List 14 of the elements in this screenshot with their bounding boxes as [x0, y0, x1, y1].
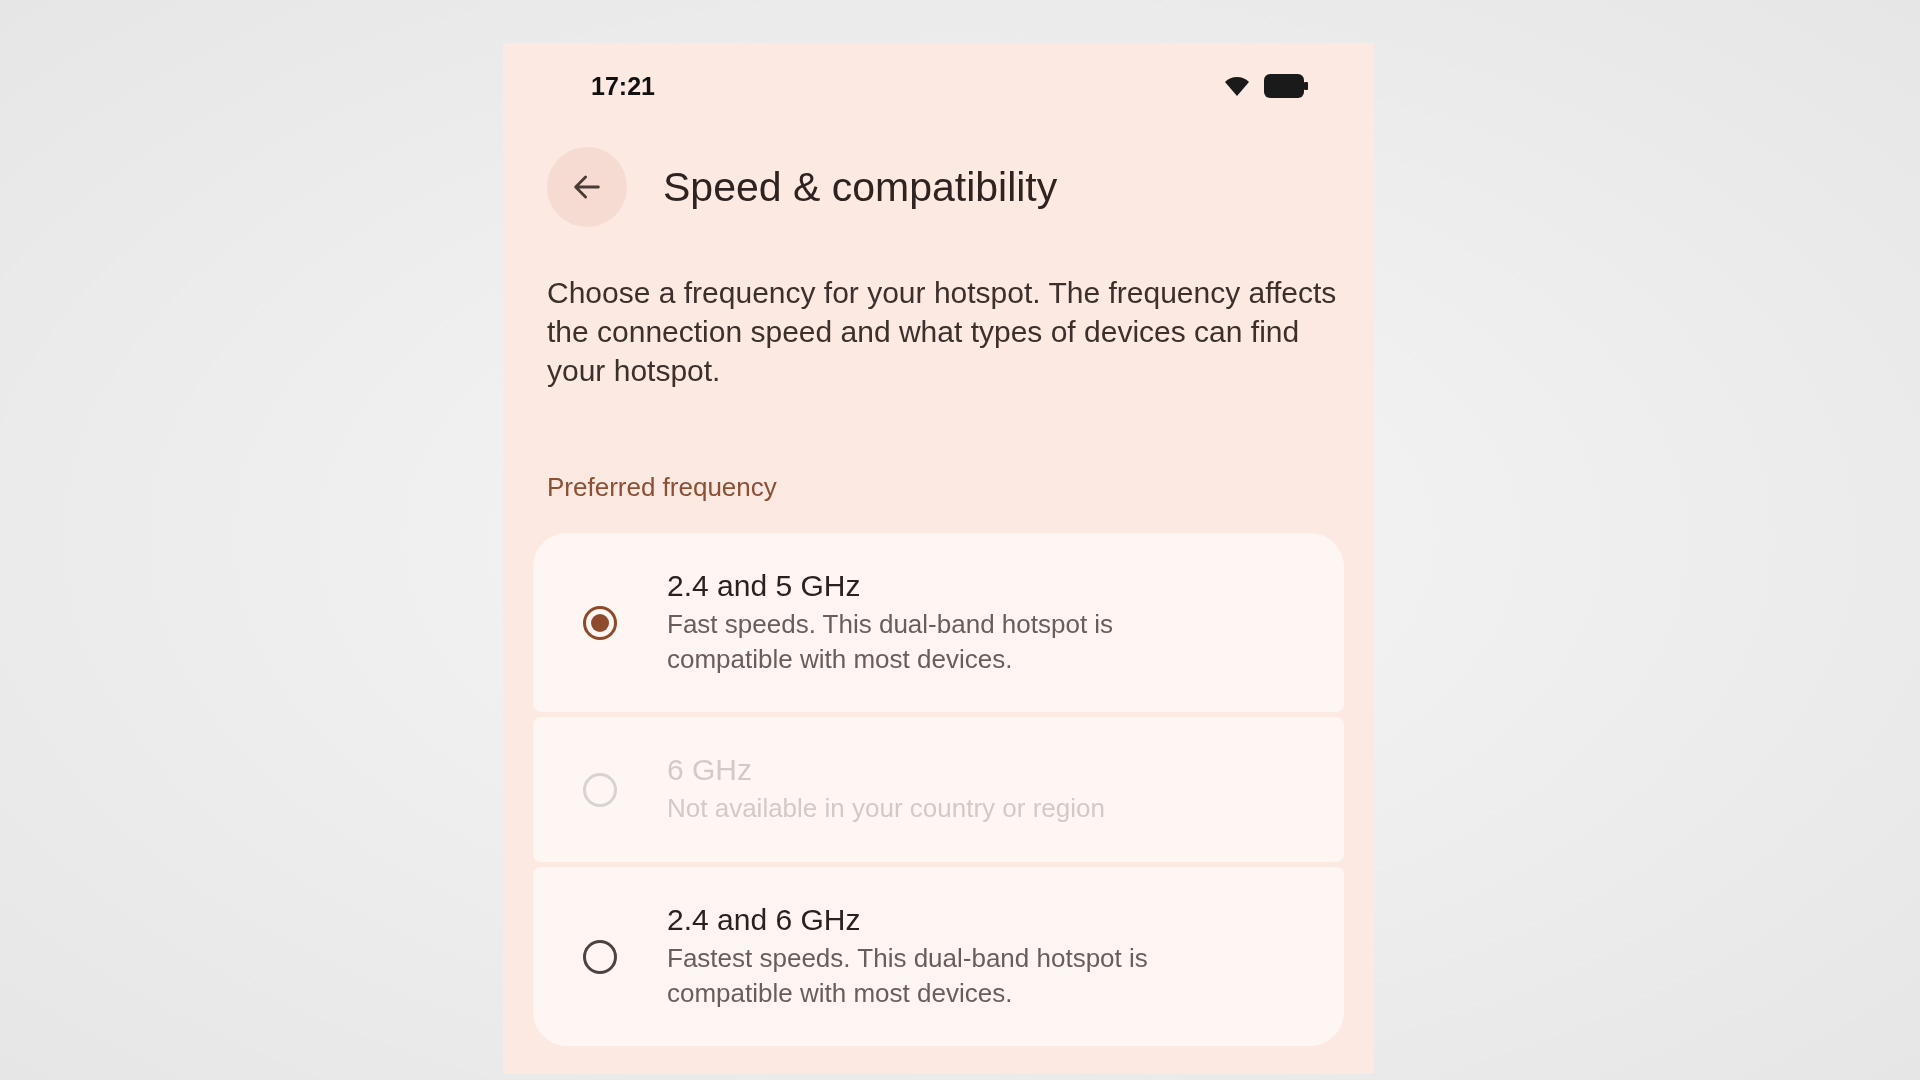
frequency-option[interactable]: 2.4 and 6 GHz Fastest speeds. This dual-band hotspot is compatible with most devices.	[533, 867, 1344, 1046]
section-label: Preferred frequency	[547, 472, 778, 503]
radio-button[interactable]	[583, 605, 617, 640]
page-title: Speed & compatibility	[663, 163, 1058, 211]
description-text: Choose a frequency for your hotspot. The frequency affects the connection speed and what types of devices can find your hotspot.	[547, 275, 1337, 389]
battery-icon	[1264, 74, 1308, 98]
radio-button[interactable]	[583, 939, 617, 974]
option-title: 2.4 and 6 GHz	[667, 902, 862, 937]
wifi-icon	[1224, 75, 1250, 97]
option-title: 2.4 and 5 GHz	[667, 568, 862, 603]
status-time: 17:21	[591, 71, 655, 101]
option-summary: Fastest speeds. This dual-band hotspot is compatible with most devices.	[667, 941, 1149, 1010]
frequency-option[interactable]: 2.4 and 5 GHz Fast speeds. This dual-band hotspot is compatible with most devices.	[533, 533, 1344, 712]
option-summary: Fast speeds. This dual-band hotspot is compatible with most devices.	[667, 607, 1115, 676]
